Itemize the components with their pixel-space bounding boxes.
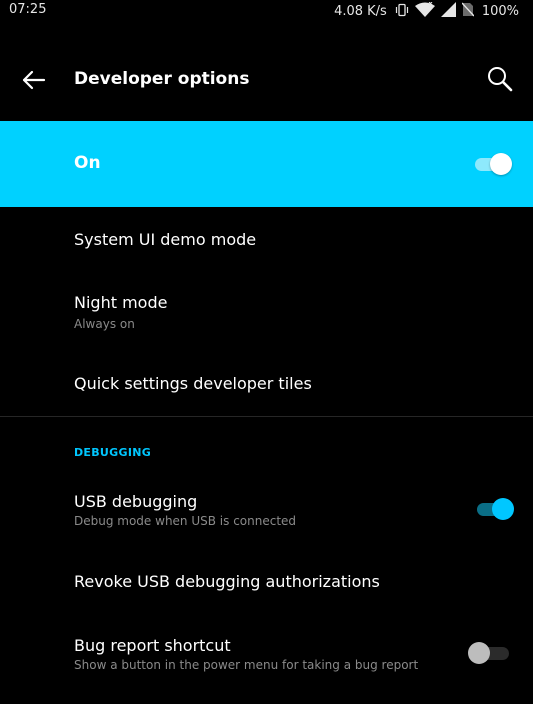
bug-report-toggle[interactable] — [467, 640, 509, 666]
list-item-title: Quick settings developer tiles — [74, 374, 312, 393]
list-item-subtitle: Always on — [74, 317, 135, 331]
network-speed: 4.08 K/s — [334, 4, 387, 19]
app-bar: Developer options — [0, 42, 533, 118]
list-item-subtitle: Debug mode when USB is connected — [74, 514, 297, 528]
search-icon — [488, 67, 513, 92]
arrow-left-icon — [22, 70, 46, 90]
list-item-subtitle: Show a button in the power menu for taki… — [74, 658, 419, 672]
master-switch-bar[interactable]: On — [0, 121, 533, 207]
list-item-night-mode[interactable]: Night mode Always on — [0, 271, 533, 345]
status-bar: 07:25 4.08 K/s 100% — [0, 0, 533, 22]
back-button[interactable] — [18, 64, 50, 96]
toggle-thumb — [490, 153, 512, 175]
list-item-quick-settings-tiles[interactable]: Quick settings developer tiles — [0, 345, 533, 415]
search-button[interactable] — [485, 64, 517, 96]
divider — [0, 416, 533, 417]
list-item-title: Night mode — [74, 293, 168, 312]
section-header-debugging: DEBUGGING — [74, 446, 152, 459]
no-sim-icon — [461, 2, 475, 21]
signal-icon — [440, 2, 456, 21]
list-item-system-ui-demo-mode[interactable]: System UI demo mode — [0, 207, 533, 271]
toggle-thumb — [468, 642, 490, 664]
wifi-icon — [414, 1, 435, 21]
list-item-bug-report-shortcut[interactable]: Bug report shortcut Show a button in the… — [0, 614, 533, 704]
list-item-title: USB debugging — [74, 492, 198, 511]
list-item-title: Bug report shortcut — [74, 636, 231, 655]
toggle-thumb — [492, 498, 514, 520]
list-item-revoke-usb-authorizations[interactable]: Revoke USB debugging authorizations — [0, 550, 533, 614]
status-time: 07:25 — [9, 2, 47, 17]
usb-debugging-toggle[interactable] — [475, 496, 515, 522]
list-item-usb-debugging[interactable]: USB debugging Debug mode when USB is con… — [0, 472, 533, 550]
vibrate-icon — [395, 3, 409, 21]
list-item-title: System UI demo mode — [74, 230, 257, 249]
master-toggle[interactable] — [473, 151, 513, 177]
battery-level: 100% — [481, 4, 519, 19]
page-title: Developer options — [74, 69, 250, 89]
master-switch-label: On — [74, 153, 101, 173]
list-item-title: Revoke USB debugging authorizations — [74, 572, 380, 591]
status-icons: 4.08 K/s 100% — [334, 1, 519, 21]
